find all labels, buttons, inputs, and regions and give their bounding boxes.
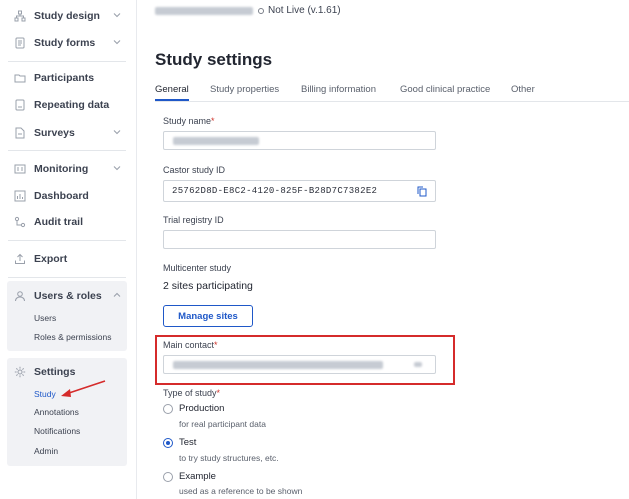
tab-billing-information[interactable]: Billing information [301,84,376,95]
annotation-arrow-icon [61,380,106,397]
monitor-icon [14,163,26,175]
audit-icon [14,216,26,228]
gear-icon [14,366,26,378]
sidebar-subitem-users[interactable]: Users [34,313,56,323]
form-icon [14,37,26,49]
redacted-study-name [155,6,253,15]
copy-icon[interactable] [417,186,427,197]
radio-label-example: Example [179,471,216,482]
sidebar-subitem-study[interactable]: Study [34,389,56,399]
radio-desc-example: used as a reference to be shown [179,486,303,496]
chevron-up-icon [113,291,121,299]
trial-registry-input[interactable] [163,230,436,249]
sidebar-item-label: Users & roles [34,290,102,302]
tab-general[interactable]: General [155,84,189,95]
radio-test[interactable] [163,438,173,448]
tab-study-properties[interactable]: Study properties [210,84,279,95]
manage-sites-button[interactable]: Manage sites [163,305,253,327]
sidebar-subitem-admin[interactable]: Admin [34,446,58,456]
sidebar-item-label: Audit trail [34,216,83,228]
sidebar-item-label: Monitoring [34,163,89,175]
radio-production[interactable] [163,404,173,414]
chevron-down-icon [113,11,121,19]
sidebar-item-repeating-data[interactable]: Repeating data [0,94,128,116]
type-of-study-label: Type of study* [163,388,221,398]
sidebar-item-monitoring[interactable]: Monitoring [0,158,128,180]
status-dot-icon [258,7,264,14]
user-icon [14,290,26,302]
sites-count: 2 sites participating [163,280,253,292]
highlight-box [155,335,455,385]
sidebar-item-participants[interactable]: Participants [0,67,128,89]
sidebar-divider [8,277,126,278]
study-name-input[interactable] [163,131,436,150]
sidebar-subitem-notifications[interactable]: Notifications [34,426,80,436]
sidebar-item-label: Settings [34,366,76,378]
export-icon [14,253,26,265]
radio-desc-test: to try study structures, etc. [179,453,279,463]
sidebar-item-study-design[interactable]: Study design [0,5,128,27]
sidebar-item-label: Dashboard [34,190,89,202]
castor-id-label: Castor study ID [163,165,226,175]
sidebar-item-surveys[interactable]: Surveys [0,122,128,144]
sidebar-subitem-roles-permissions[interactable]: Roles & permissions [34,332,111,342]
castor-id-value: 25762D8D-E8C2-4120-825F-B28D7C7382E2 [172,186,378,196]
sidebar-item-label: Study forms [34,37,96,49]
tab-other[interactable]: Other [511,84,535,95]
sidebar-item-label: Export [34,253,68,265]
radio-label-test: Test [179,437,197,448]
sidebar-divider [8,240,126,241]
tab-divider [155,101,629,102]
chevron-down-icon [113,164,121,172]
sidebar-item-label: Surveys [34,127,75,139]
folder-icon [14,72,26,84]
study-status: Not Live (v.1.61) [268,5,341,16]
sidebar-item-audit-trail[interactable]: Audit trail [0,211,128,233]
sidebar-item-label: Study design [34,10,100,22]
sidebar-divider [8,150,126,151]
tab-good-clinical-practice[interactable]: Good clinical practice [400,84,490,95]
sidebar-item-users-roles[interactable]: Users & roles [0,285,128,307]
sidebar-item-study-forms[interactable]: Study forms [0,32,128,54]
repeat-doc-icon [14,99,26,111]
survey-icon [14,127,26,139]
sidebar-item-label: Repeating data [34,99,110,111]
redacted-value [173,137,259,145]
radio-desc-production: for real participant data [179,419,266,429]
study-name-label: Study name* [163,116,215,126]
radio-example[interactable] [163,472,173,482]
sidebar-subitem-annotations[interactable]: Annotations [34,407,79,417]
multicenter-label: Multicenter study [163,263,232,273]
radio-label-production: Production [179,403,225,414]
sidebar-item-dashboard[interactable]: Dashboard [0,185,128,207]
active-tab-indicator [155,99,189,101]
study-breadcrumb: Not Live (v.1.61) [155,5,341,16]
dashboard-icon [14,190,26,202]
chevron-down-icon [113,38,121,46]
sidebar: Study design Study forms Participants Re… [0,0,137,499]
page-title: Study settings [155,50,273,69]
chevron-down-icon [113,128,121,136]
sidebar-item-export[interactable]: Export [0,248,128,270]
castor-id-field: 25762D8D-E8C2-4120-825F-B28D7C7382E2 [163,180,436,202]
sidebar-divider [8,61,126,62]
trial-registry-label: Trial registry ID [163,215,224,225]
sidebar-item-label: Participants [34,72,95,84]
diagram-icon [14,10,26,22]
